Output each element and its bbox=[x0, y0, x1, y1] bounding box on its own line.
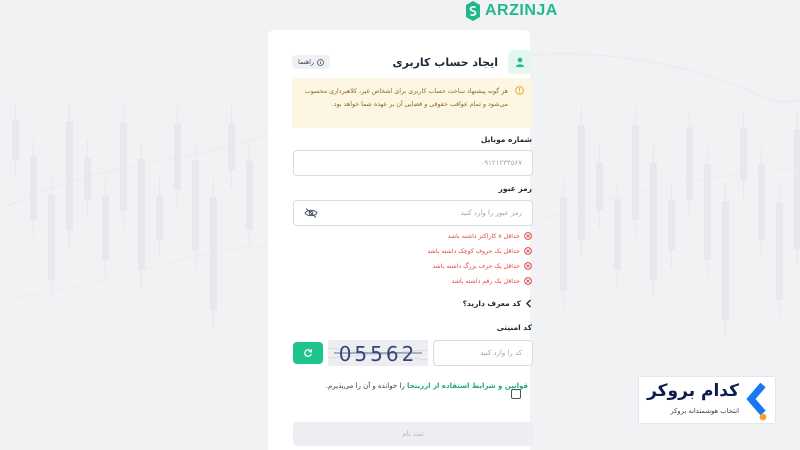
brand-name: ARZINJA bbox=[485, 2, 558, 19]
submit-label: ثبت نام bbox=[402, 430, 424, 438]
referral-label: کد معرف دارید؟ bbox=[462, 298, 521, 308]
captcha-label: کد امنیتی bbox=[496, 323, 532, 332]
captcha-refresh-button[interactable] bbox=[293, 342, 323, 364]
background-candle bbox=[614, 199, 621, 270]
background-candle bbox=[174, 123, 181, 190]
background-candle bbox=[632, 126, 639, 220]
background-candle bbox=[120, 122, 127, 210]
badge-name: کدام بروکر bbox=[647, 381, 739, 401]
mobile-placeholder: ۰۹۱۲۱۲۳۴۵۶۷ bbox=[480, 159, 522, 167]
background-candle bbox=[686, 127, 693, 200]
background-candle bbox=[668, 200, 675, 250]
warning-icon bbox=[515, 86, 524, 95]
password-rule-text: حداقل یک رقم داشته باشد bbox=[451, 277, 520, 285]
chevron-left-icon bbox=[526, 299, 531, 307]
terms-checkbox[interactable] bbox=[511, 389, 521, 399]
password-rule-text: حداقل ۸ کاراکتر داشته باشد bbox=[447, 232, 520, 240]
brand-logo[interactable]: ARZINJA bbox=[466, 0, 558, 22]
terms-suffix: را خوانده و آن را می‌پذیرم. bbox=[325, 382, 407, 390]
password-rule: حداقل یک حرف بزرگ داشته باشد bbox=[432, 260, 532, 272]
background-candle bbox=[138, 159, 145, 270]
mobile-label: شماره موبایل bbox=[480, 135, 532, 144]
password-rule-text: حداقل یک حرف بزرگ داشته باشد bbox=[432, 262, 520, 270]
password-rule: حداقل یک رقم داشته باشد bbox=[451, 275, 532, 287]
captcha-text: 05562 bbox=[339, 342, 418, 366]
background-candle bbox=[578, 125, 585, 240]
password-label: رمز عبور bbox=[498, 184, 532, 193]
background-candle bbox=[30, 157, 37, 220]
background-candle bbox=[776, 202, 783, 300]
password-rule: حداقل یک حروف کوچک داشته باشد bbox=[427, 245, 532, 257]
terms-text: قوانین و شرایط استفاده از ارزینجا را خوا… bbox=[318, 380, 528, 392]
password-input[interactable]: رمز عبور را وارد کنید bbox=[293, 200, 533, 226]
background-candle bbox=[758, 165, 765, 240]
captcha-input[interactable]: کد را وارد کنید bbox=[433, 340, 533, 366]
logo-icon bbox=[466, 1, 480, 21]
background-candle bbox=[740, 128, 747, 180]
background-candle bbox=[48, 194, 55, 280]
background-candle bbox=[722, 201, 729, 320]
background-candle bbox=[84, 158, 91, 200]
warning-text: هر گونه پیشنهاد ساخت حساب کاربری برای اش… bbox=[304, 88, 508, 108]
background-candle bbox=[192, 160, 199, 250]
error-circle-icon bbox=[524, 247, 532, 255]
error-circle-icon bbox=[524, 262, 532, 270]
background-candle bbox=[246, 161, 253, 230]
password-placeholder: رمز عبور را وارد کنید bbox=[460, 209, 522, 217]
error-circle-icon bbox=[524, 277, 532, 285]
page-title: ایجاد حساب کاربری bbox=[392, 55, 498, 69]
info-icon bbox=[317, 58, 324, 66]
password-rule: حداقل ۸ کاراکتر داشته باشد bbox=[448, 230, 532, 242]
referral-toggle[interactable]: کد معرف دارید؟ bbox=[463, 296, 532, 310]
mobile-input[interactable]: ۰۹۱۲۱۲۳۴۵۶۷ bbox=[293, 150, 533, 176]
background-candle bbox=[12, 120, 19, 160]
submit-button[interactable]: ثبت نام bbox=[293, 422, 533, 446]
warning-box: هر گونه پیشنهاد ساخت حساب کاربری برای اش… bbox=[292, 78, 532, 128]
refresh-icon bbox=[304, 349, 313, 357]
password-rule-text: حداقل یک حروف کوچک داشته باشد bbox=[427, 247, 520, 255]
badge-tagline: انتخاب هوشمندانه بروکر bbox=[670, 407, 739, 415]
background-candle bbox=[228, 124, 235, 170]
background-candle bbox=[66, 121, 73, 230]
kodam-broker-badge: کدام بروکر انتخاب هوشمندانه بروکر bbox=[638, 376, 776, 424]
user-icon bbox=[508, 50, 532, 74]
background-candle bbox=[156, 196, 163, 240]
error-circle-icon bbox=[524, 232, 532, 240]
background-candle bbox=[794, 129, 800, 250]
guide-label: راهنما bbox=[298, 58, 315, 66]
captcha-placeholder: کد را وارد کنید bbox=[479, 349, 522, 357]
badge-logo-icon bbox=[746, 383, 767, 421]
captcha-image: 05562 bbox=[328, 340, 428, 366]
eye-off-icon[interactable] bbox=[304, 208, 318, 218]
form-header: راهنما ایجاد حساب کاربری bbox=[292, 50, 532, 74]
guide-button[interactable]: راهنما bbox=[292, 55, 331, 69]
background-candle bbox=[102, 195, 109, 260]
terms-link[interactable]: قوانین و شرایط استفاده از ارزینجا bbox=[407, 382, 528, 390]
background-candle bbox=[650, 163, 657, 280]
